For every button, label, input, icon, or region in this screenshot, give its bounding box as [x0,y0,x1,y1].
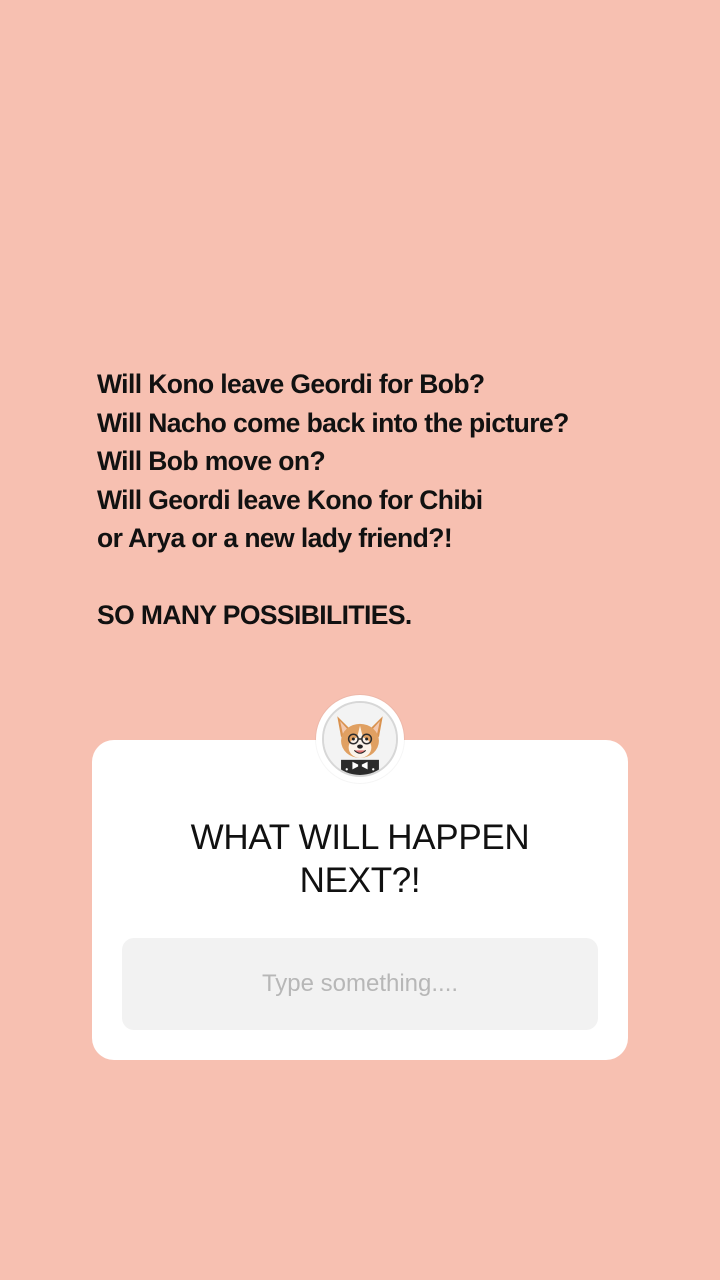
corgi-with-glasses-icon [324,703,396,775]
answer-input[interactable] [122,938,598,1030]
caption-line: or Arya or a new lady friend?! [97,523,453,553]
story-caption: Will Kono leave Geordi for Bob? Will Nac… [97,365,657,635]
caption-line: Will Nacho come back into the picture? [97,407,569,438]
story-canvas: Will Kono leave Geordi for Bob? Will Nac… [0,0,720,1280]
caption-emphasis: SO MANY POSSIBILITIES. [97,600,412,630]
question-title: WHAT WILL HAPPEN NEXT?! [190,818,530,900]
corgi-avatar-icon [322,701,398,777]
caption-line: Will Geordi leave Kono for Chibi [97,484,483,515]
caption-line: Will Kono leave Geordi for Bob? [97,369,485,399]
caption-line: Will Bob move on? [97,446,326,476]
